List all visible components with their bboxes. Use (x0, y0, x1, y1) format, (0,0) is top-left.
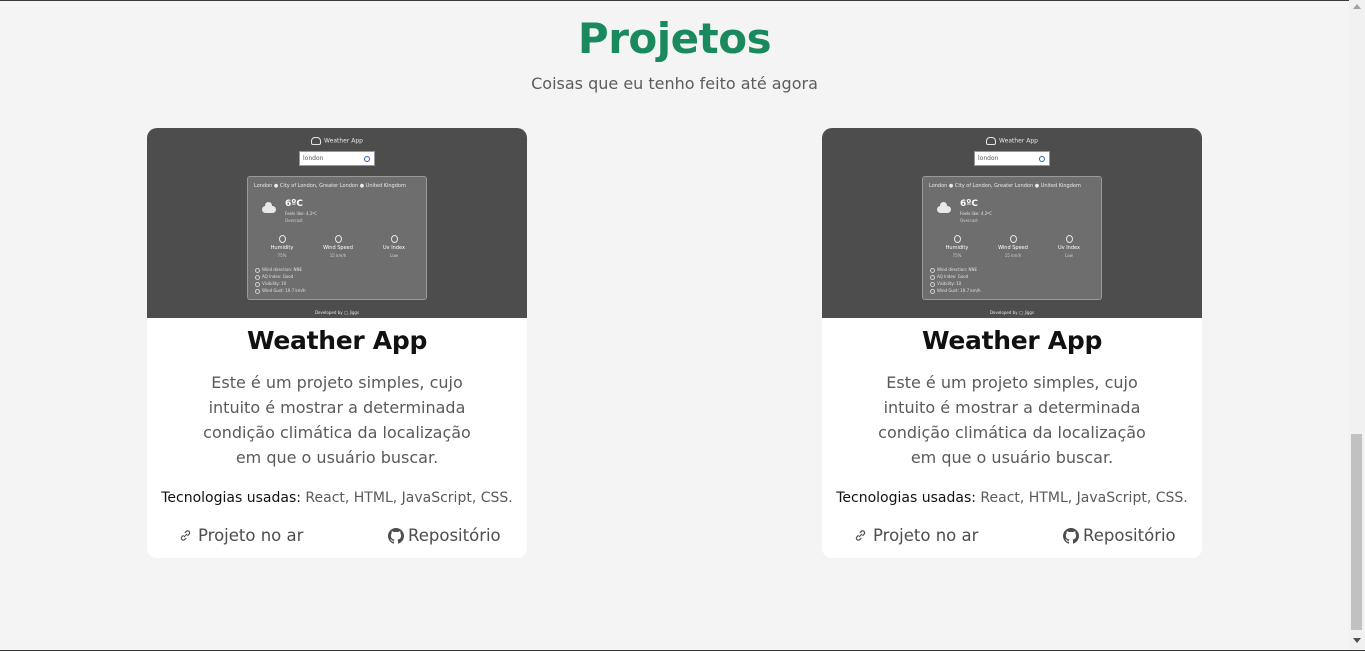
preview-condition: Overcast (285, 218, 303, 223)
project-preview-image: Weather App london London ● City of Lond… (822, 128, 1202, 318)
project-title: Weather App (246, 326, 428, 355)
link-icon (855, 530, 866, 541)
wind-icon (1009, 235, 1017, 243)
repository-link[interactable]: Repositório (388, 526, 501, 545)
preview-feels-like: Feels like: 4.2ºC (285, 211, 317, 216)
project-card: Weather App london London ● City of Lond… (822, 128, 1202, 558)
search-icon (1039, 156, 1045, 162)
preview-details: Wind direction: NNE AQ Index: Good Visib… (255, 266, 306, 294)
tech-list: React, HTML, JavaScript, CSS. (305, 490, 513, 506)
preview-search-box: london (974, 151, 1050, 166)
wind-icon (334, 235, 342, 243)
preview-details: Wind direction: NNE AQ Index: Good Visib… (930, 266, 981, 294)
repository-link[interactable]: Repositório (1063, 526, 1176, 545)
preview-weather-panel: London ● City of London, Greater London … (247, 176, 427, 300)
droplet-icon (278, 235, 286, 243)
project-description: Este é um projeto simples, cujo intuito … (203, 373, 471, 467)
project-title: Weather App (921, 326, 1103, 355)
preview-app-title: Weather App (147, 137, 527, 145)
project-technologies: Tecnologias usadas: React, HTML, JavaScr… (147, 490, 527, 506)
project-card: Weather App london London ● City of Lond… (147, 128, 527, 558)
tech-list: React, HTML, JavaScript, CSS. (980, 490, 1188, 506)
tech-label: Tecnologias usadas: (836, 490, 976, 506)
project-technologies: Tecnologias usadas: React, HTML, JavaScr… (822, 490, 1202, 506)
preview-footer: Developed by ◯ Jiggs (314, 310, 360, 315)
github-icon (1063, 527, 1079, 544)
cloud-icon (311, 137, 322, 145)
preview-search-value: london (978, 155, 999, 162)
project-preview-image: Weather App london London ● City of Lond… (147, 128, 527, 318)
github-icon (388, 527, 404, 544)
droplet-icon (953, 235, 961, 243)
search-icon (364, 156, 370, 162)
live-project-link[interactable]: Projeto no ar (854, 526, 978, 545)
scrollbar-thumb[interactable] (1351, 434, 1362, 630)
live-project-link[interactable]: Projeto no ar (179, 526, 303, 545)
preview-stat-humidity: Humidity 75% (937, 235, 977, 258)
preview-stat-wind: Wind Speed 15 km/h (993, 235, 1033, 258)
preview-condition: Overcast (960, 218, 978, 223)
preview-location: London ● City of London, Greater London … (254, 183, 406, 189)
vertical-scrollbar[interactable] (1349, 0, 1365, 651)
project-description: Este é um projeto simples, cujo intuito … (878, 373, 1146, 467)
preview-search-box: london (299, 151, 375, 166)
cloud-icon (262, 202, 276, 213)
link-icon (180, 530, 191, 541)
sun-icon (1065, 235, 1073, 243)
live-project-label: Projeto no ar (873, 526, 979, 545)
preview-stat-uv: Uv Index Low (374, 235, 414, 258)
projects-section: Projetos Coisas que eu tenho feito até a… (0, 0, 1349, 651)
scroll-down-arrow-icon[interactable] (1353, 638, 1361, 643)
preview-temperature: 6ºC (285, 199, 303, 209)
cloud-icon (937, 202, 951, 213)
preview-feels-like: Feels like: 4.2ºC (960, 211, 992, 216)
section-title: Projetos (577, 14, 772, 63)
preview-weather-panel: London ● City of London, Greater London … (922, 176, 1102, 300)
live-project-label: Projeto no ar (198, 526, 304, 545)
repository-label: Repositório (408, 526, 501, 545)
scroll-up-arrow-icon[interactable] (1353, 4, 1361, 9)
preview-location: London ● City of London, Greater London … (929, 183, 1081, 189)
section-subtitle: Coisas que eu tenho feito até agora (531, 74, 818, 93)
preview-stat-uv: Uv Index Low (1049, 235, 1089, 258)
preview-stat-wind: Wind Speed 15 km/h (318, 235, 358, 258)
preview-search-value: london (303, 155, 324, 162)
preview-temperature: 6ºC (960, 199, 978, 209)
repository-label: Repositório (1083, 526, 1176, 545)
preview-stat-humidity: Humidity 75% (262, 235, 302, 258)
sun-icon (390, 235, 398, 243)
tech-label: Tecnologias usadas: (161, 490, 301, 506)
cloud-icon (986, 137, 997, 145)
preview-app-title: Weather App (822, 137, 1202, 145)
preview-footer: Developed by ◯ Jiggs (989, 310, 1035, 315)
